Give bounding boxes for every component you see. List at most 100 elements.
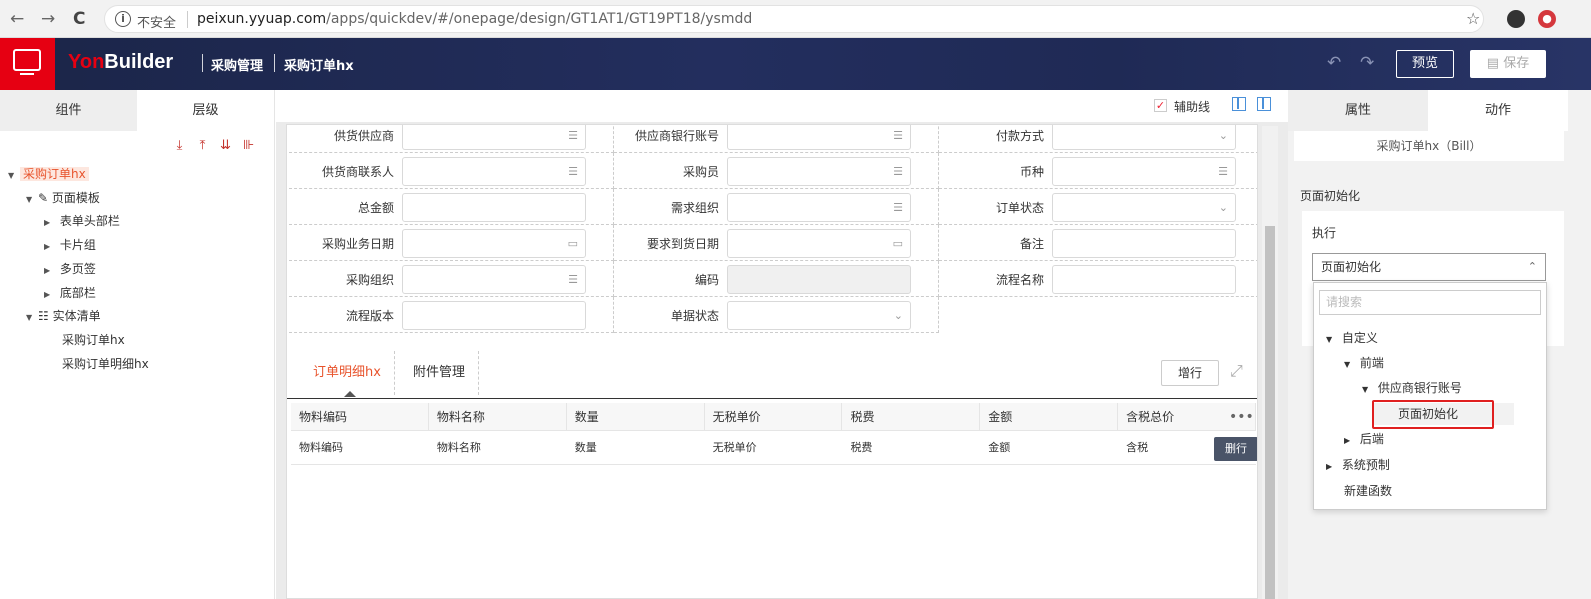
reload-icon[interactable]: C [73,9,85,29]
caret-right-icon[interactable]: ▶ [44,213,56,233]
tree-item-page-template[interactable]: ▼ ✎ 页面模板 [26,188,100,208]
field-input[interactable] [402,301,586,330]
execute-select[interactable]: 页面初始化 ⌃ [1312,253,1546,281]
breadcrumb-item[interactable]: 采购管理 [211,55,263,74]
field-input[interactable]: ⌄ [1052,193,1236,222]
caret-down-icon[interactable]: ▼ [26,308,38,328]
caret-down-icon[interactable]: ▼ [26,190,38,210]
caret-down-icon[interactable]: ▼ [1362,379,1374,401]
dropdown-item-custom[interactable]: ▼ 自定义 [1326,327,1378,349]
field-input[interactable]: ☰ [727,157,911,186]
field-input[interactable]: ⌄ [727,301,911,330]
field-input[interactable]: ▭ [402,229,586,258]
bookmark-star-icon[interactable]: ☆ [1466,9,1480,28]
chart-icon[interactable]: ⊪ [241,138,256,153]
field-input[interactable]: ☰ [727,125,911,150]
field-input[interactable] [402,193,586,222]
extension-icon[interactable]: ● [1538,10,1556,28]
profile-icon[interactable] [1507,10,1525,28]
table-cell[interactable]: 数量 [567,431,705,464]
tree-item-card-group[interactable]: ▶ 卡片组 [44,235,96,255]
list-icon: ☷ [38,309,49,323]
delete-row-button[interactable]: 删行 [1214,437,1257,461]
tab-order-detail[interactable]: 订单明细hx [300,351,395,395]
field-icon: ▭ [892,237,903,250]
import-icon[interactable]: ⤓ [172,138,187,153]
save-button[interactable]: ▤ 保存 [1470,50,1546,78]
table-cell[interactable]: 物料编码 [291,431,429,464]
tree-item-footer[interactable]: ▶ 底部栏 [44,283,96,303]
tab-layers[interactable]: 层级 [137,90,274,131]
field-input[interactable] [1052,265,1236,294]
scrollbar-thumb[interactable] [1265,226,1275,599]
caret-right-icon[interactable]: ▶ [1326,456,1338,478]
caret-right-icon[interactable]: ▶ [44,261,56,281]
tree-item-root[interactable]: ▼ 采购订单hx [8,164,89,184]
caret-right-icon[interactable]: ▶ [1344,430,1356,452]
address-separator [187,11,188,28]
canvas-scrollbar[interactable] [1262,126,1278,599]
highlight-box [1372,400,1494,429]
table-row[interactable]: 物料编码 物料名称 数量 无税单价 税费 金额 含税 [291,431,1256,465]
dropdown-item-bank-account[interactable]: ▼ 供应商银行账号 [1362,377,1462,399]
table-cell[interactable]: 物料名称 [429,431,567,464]
table-header-cell[interactable]: 无税单价 [705,403,843,430]
tree-item-multi-tab[interactable]: ▶ 多页签 [44,259,96,279]
field-input[interactable]: ☰ [727,193,911,222]
tab-properties[interactable]: 属性 [1288,90,1428,131]
layout-single-icon[interactable] [1232,97,1246,111]
field-input[interactable]: ⌄ [1052,125,1236,150]
export-icon[interactable]: ⤒ [195,138,210,153]
field-label: 币种 [1019,165,1044,179]
field-input[interactable]: ☰ [402,157,586,186]
dropdown-item-backend[interactable]: ▶ 后端 [1344,428,1384,450]
caret-right-icon[interactable]: ▶ [44,237,56,257]
undo-icon[interactable]: ↶ [1327,53,1341,73]
tree-item-entity-list[interactable]: ▼ ☷ 实体清单 [26,306,101,326]
address-bar[interactable]: i 不安全 peixun.yyuap.com/apps/quickdev/#/o… [104,5,1484,33]
sort-icon[interactable]: ⇊ [218,138,233,153]
table-cell[interactable]: 税费 [842,431,980,464]
info-icon[interactable]: i [115,11,131,27]
tab-attachments[interactable]: 附件管理 [400,351,480,395]
app-logo[interactable] [0,38,55,90]
table-header-cell[interactable]: 金额 [980,403,1119,430]
tree-item-form-header[interactable]: ▶ 表单头部栏 [44,211,120,231]
dropdown-item-frontend[interactable]: ▼ 前端 [1344,352,1384,374]
layout-split-icon[interactable] [1257,97,1271,111]
tab-components[interactable]: 组件 [0,90,137,131]
field-input[interactable] [1052,229,1236,258]
table-header-cell[interactable]: 物料名称 [429,403,567,430]
caret-down-icon[interactable]: ▼ [1326,329,1338,351]
url-text[interactable]: peixun.yyuap.com/apps/quickdev/#/onepage… [197,11,752,27]
field-input[interactable]: ☰ [402,265,586,294]
form-field: 总金额 [289,189,614,225]
add-row-button[interactable]: 增行 [1161,360,1219,386]
field-input[interactable]: ☰ [402,125,586,150]
caret-down-icon[interactable]: ▼ [1344,354,1356,376]
table-cell[interactable]: 金额 [980,431,1118,464]
helper-lines-checkbox[interactable]: ✓ [1154,99,1167,112]
redo-icon[interactable]: ↷ [1360,53,1374,73]
preview-button[interactable]: 预览 [1396,50,1454,78]
function-search-input[interactable]: 请搜索 [1319,290,1541,315]
table-header-cell[interactable]: 物料编码 [291,403,429,430]
table-cell[interactable]: 无税单价 [705,431,843,464]
tree-item-entity[interactable]: 采购订单hx [62,330,125,350]
field-input[interactable]: ▭ [727,229,911,258]
dropdown-item-system-preset[interactable]: ▶ 系统预制 [1326,454,1390,476]
back-icon[interactable]: ← [10,9,24,29]
tab-actions[interactable]: 动作 [1428,90,1568,131]
forward-icon[interactable]: → [41,9,55,29]
caret-down-icon[interactable]: ▼ [8,166,20,186]
tree-item-entity[interactable]: 采购订单明细hx [62,354,149,374]
field-input[interactable] [727,265,911,294]
table-header-cell[interactable]: 数量 [567,403,705,430]
fullscreen-icon[interactable]: ⤢ [1230,361,1243,381]
field-input[interactable]: ☰ [1052,157,1236,186]
caret-right-icon[interactable]: ▶ [44,285,56,305]
dropdown-item-new-function[interactable]: 新建函数 [1344,480,1392,502]
table-header-cell[interactable]: 税费 [842,403,981,430]
breadcrumb-separator [202,54,203,72]
more-icon[interactable]: ••• [1229,403,1254,431]
